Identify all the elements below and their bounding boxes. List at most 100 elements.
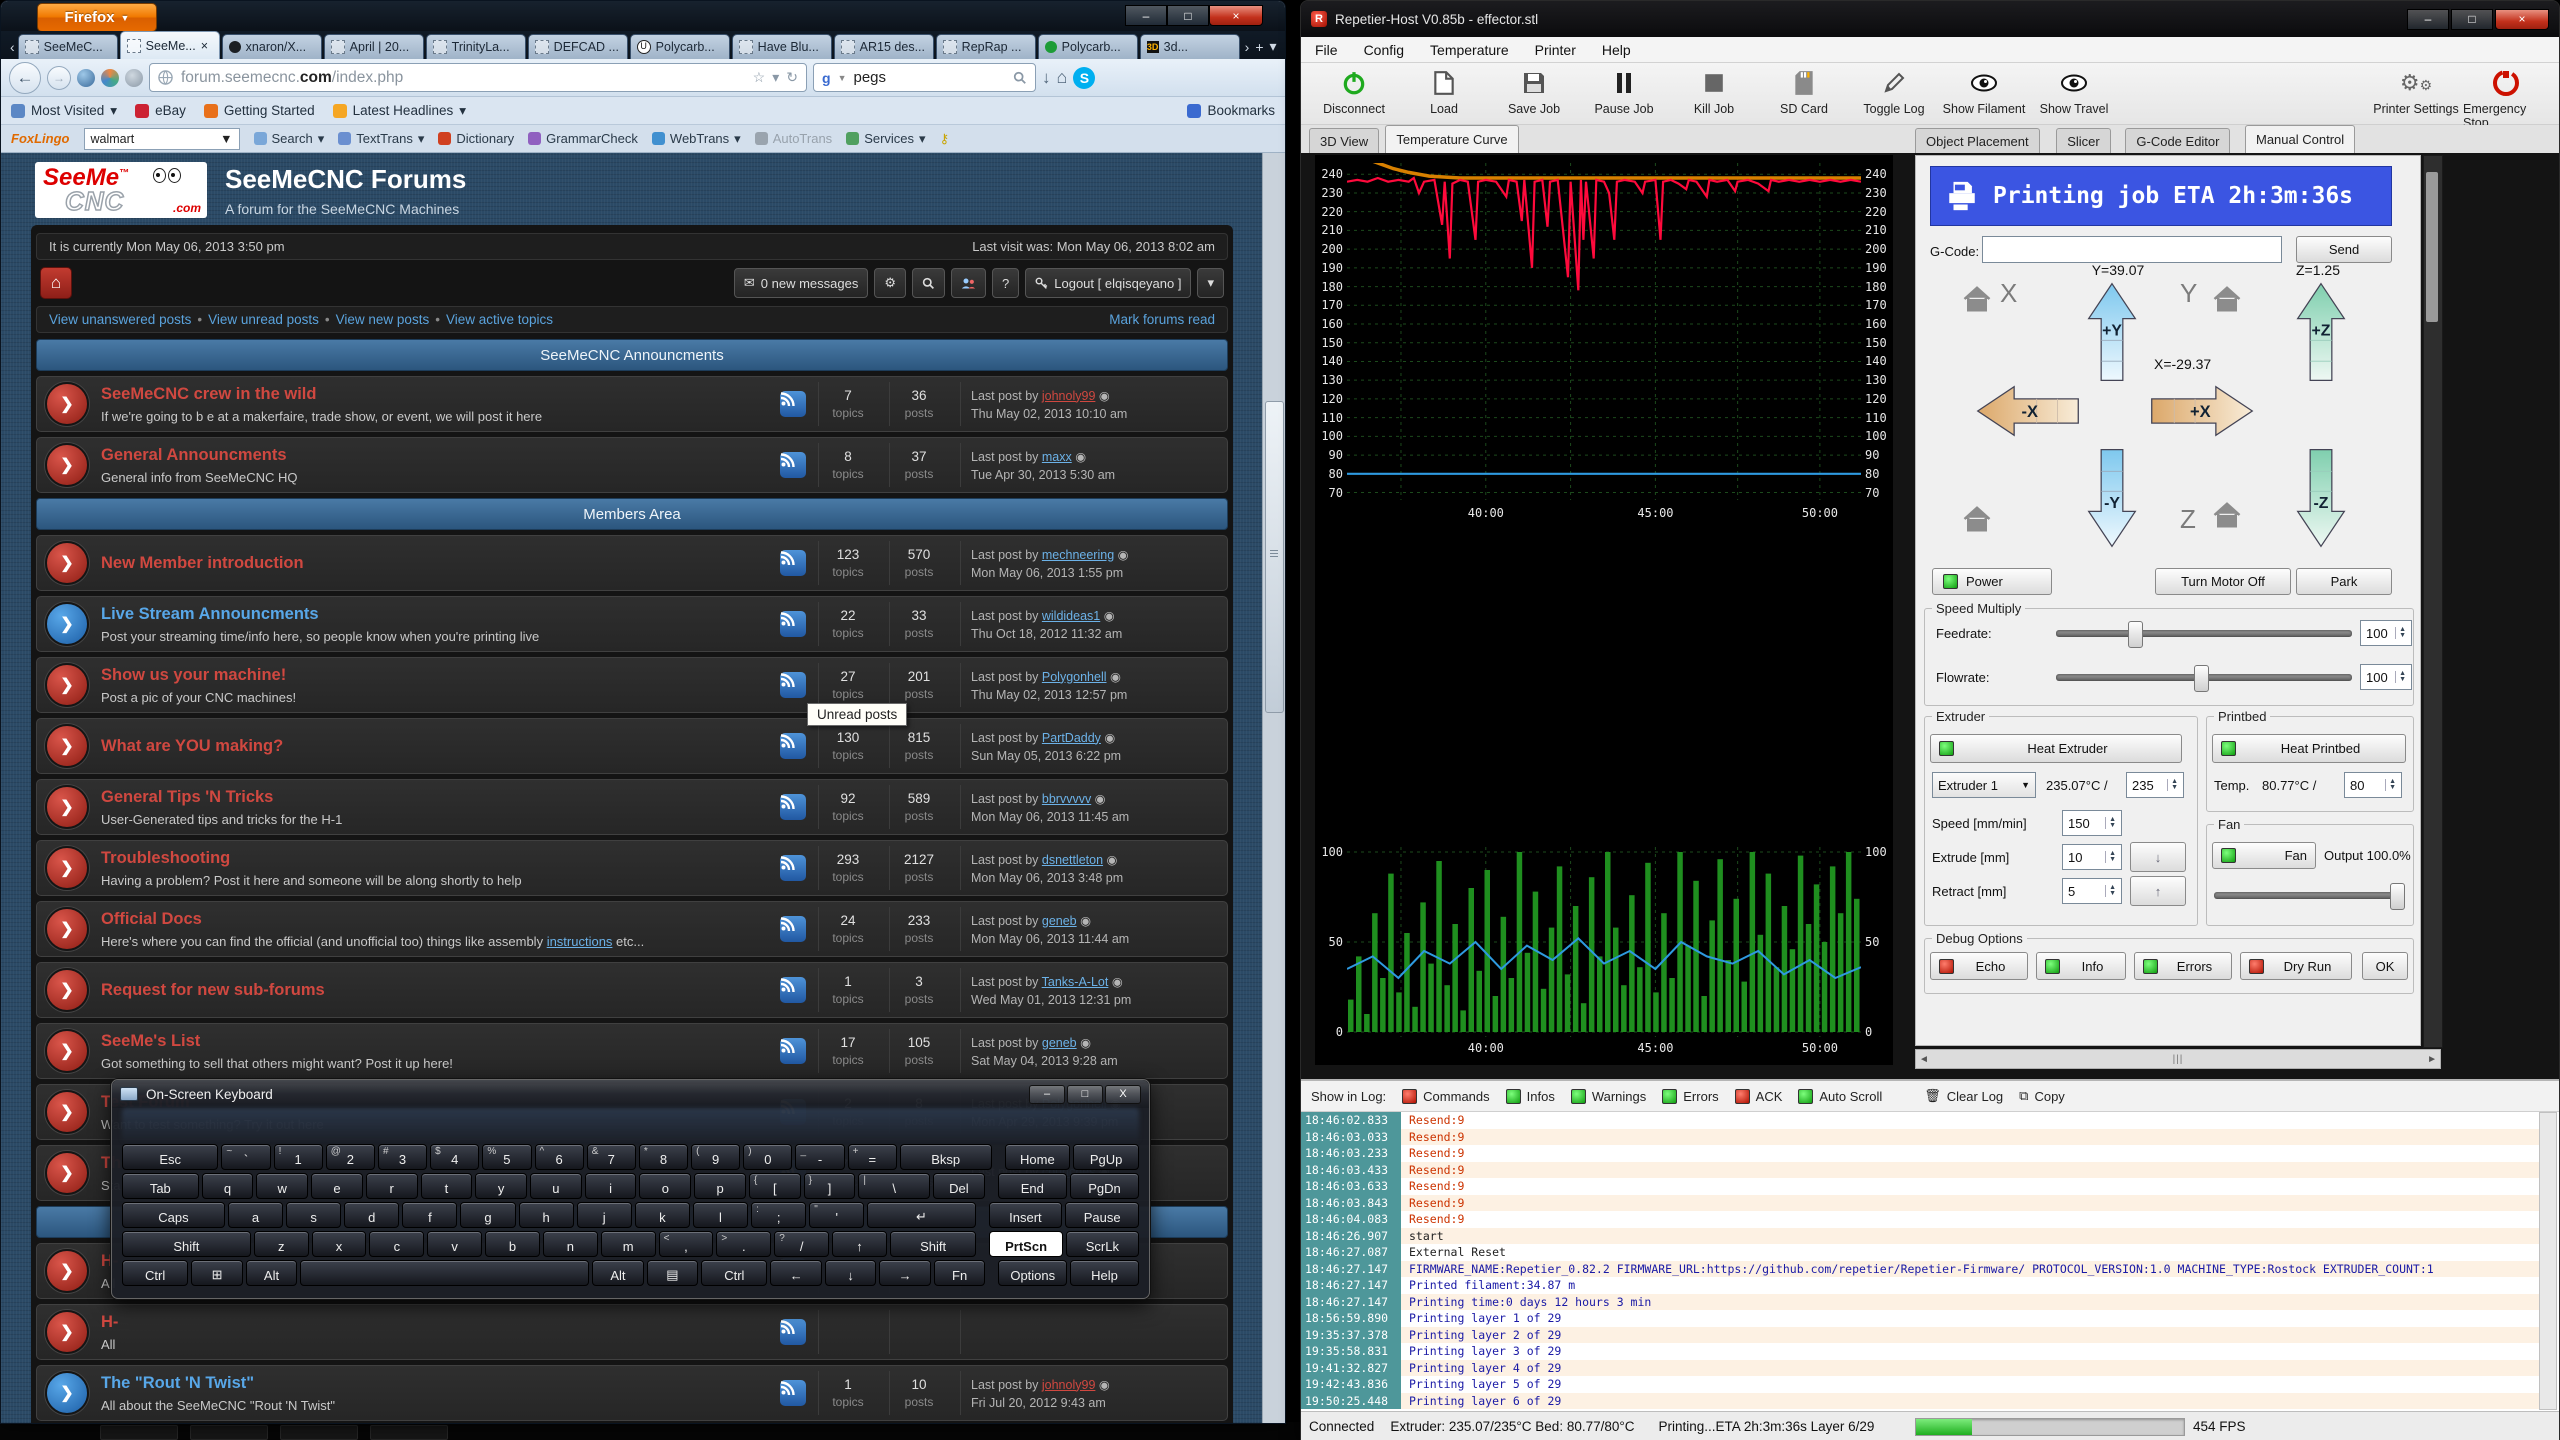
jog-y-minus-button[interactable]: -Y (2083, 448, 2141, 548)
heat-extruder-button[interactable]: Heat Extruder (1930, 734, 2182, 763)
view-latest-icon[interactable]: ◉ (1100, 609, 1114, 623)
foxlingo-addon-icon[interactable] (101, 69, 119, 87)
ok-button[interactable]: OK (2362, 952, 2408, 980)
home-x-icon[interactable] (1962, 286, 1992, 312)
last-post-user-link[interactable]: PartDaddy (1042, 731, 1101, 745)
osk-key-Tab[interactable]: Tab (122, 1173, 199, 1199)
extruder-select[interactable]: Extruder 1▼ (1932, 772, 2036, 798)
minimize-button[interactable]: – (1029, 1085, 1065, 1104)
view-latest-icon[interactable]: ◉ (1108, 975, 1122, 989)
forum-title-link[interactable]: SeeMe's List (101, 1032, 768, 1051)
close-button[interactable]: × (2495, 9, 2549, 30)
log-toggle-auto-scroll[interactable]: Auto Scroll (1798, 1089, 1882, 1104)
osk-key-Alt[interactable]: Alt (592, 1260, 643, 1286)
bookmarks-menu-button[interactable]: Bookmarks (1187, 103, 1275, 118)
osk-key-5[interactable]: 5% (482, 1144, 531, 1170)
osk-key-s[interactable]: s (286, 1202, 341, 1228)
forum-title-link[interactable]: New Member introduction (101, 554, 768, 573)
osk-key-Options[interactable]: Options (998, 1260, 1067, 1286)
view-latest-icon[interactable]: ◉ (1077, 1036, 1091, 1050)
osk-key-`[interactable]: `~ (221, 1144, 270, 1170)
osk-key-Ctrl[interactable]: Ctrl (122, 1260, 188, 1286)
osk-key-1[interactable]: 1! (274, 1144, 323, 1170)
url-bar[interactable]: forum.seemecnc.com/index.php ☆ ▾ ↻ (149, 63, 807, 92)
list-all-tabs-icon[interactable]: ▾ (1270, 38, 1277, 55)
log-toggle-commands[interactable]: Commands (1402, 1089, 1489, 1104)
osk-key-k[interactable]: k (635, 1202, 690, 1228)
browser-tab[interactable]: SeeMe...× (120, 31, 220, 59)
members-button[interactable] (951, 268, 986, 298)
toolbar-show-filament[interactable]: Show Filament (1941, 67, 2027, 116)
seemecnc-logo[interactable]: SeeMe™ CNC .com (35, 162, 207, 218)
menu-temperature[interactable]: Temperature (1430, 42, 1509, 58)
osk-key-/[interactable]: /? (774, 1231, 829, 1257)
forum-row[interactable]: ❯General Tips 'N TricksUser-Generated ti… (36, 779, 1228, 835)
gcode-input[interactable] (1982, 236, 2282, 263)
forum-row[interactable]: ❯General AnnouncmentsGeneral info from S… (36, 437, 1228, 493)
feedrate-slider[interactable] (2056, 630, 2352, 637)
flowrate-slider[interactable] (2056, 674, 2352, 681)
rss-feed-icon[interactable] (780, 1380, 806, 1406)
search-button[interactable] (912, 268, 945, 298)
forum-row[interactable]: ❯Official DocsHere's where you can find … (36, 901, 1228, 957)
last-post-user-link[interactable]: bbrvvvvv (1042, 792, 1091, 806)
rss-feed-icon[interactable] (780, 550, 806, 576)
home-y-icon[interactable] (2212, 286, 2242, 312)
menu-help[interactable]: Help (1602, 42, 1631, 58)
osk-key-Help[interactable]: Help (1070, 1260, 1139, 1286)
debug-echo-button[interactable]: Echo (1930, 952, 2028, 980)
osk-key-m[interactable]: m (601, 1231, 656, 1257)
browser-tab[interactable]: RepRap ... (936, 34, 1036, 59)
taskbar-button-ghost[interactable] (190, 1425, 268, 1440)
osk-key-'[interactable]: '" (809, 1202, 864, 1228)
browser-tab[interactable]: 3D3d... (1140, 34, 1240, 59)
log-toggle-warnings[interactable]: Warnings (1571, 1089, 1646, 1104)
manual-panel-vscrollbar[interactable] (2423, 155, 2443, 1048)
osk-key-w[interactable]: w (256, 1173, 308, 1199)
osk-key-.[interactable]: .> (716, 1231, 771, 1257)
forum-title-link[interactable]: Request for new sub-forums (101, 981, 768, 1000)
feedrate-value[interactable]: 100▲▼ (2360, 620, 2412, 646)
tab-close-icon[interactable]: × (201, 39, 208, 53)
rss-feed-icon[interactable] (780, 672, 806, 698)
feedrate-slider-thumb[interactable] (2128, 621, 2143, 648)
toolbar-show-travel[interactable]: Show Travel (2031, 67, 2117, 116)
osk-titlebar[interactable]: On-Screen Keyboard – □ X (112, 1080, 1149, 1108)
foxlingo-item[interactable]: Dictionary (438, 131, 514, 146)
chevron-down-icon[interactable]: ▼ (838, 73, 847, 83)
back-button[interactable]: ← (9, 62, 41, 94)
bookmark-item[interactable]: eBay (135, 103, 186, 118)
osk-key-t[interactable]: t (421, 1173, 473, 1199)
new-tab-icon[interactable]: + (1255, 39, 1263, 55)
toolbar-printer-settings[interactable]: ⚙⚙Printer Settings (2373, 67, 2459, 116)
view-latest-icon[interactable]: ◉ (1107, 670, 1121, 684)
view-latest-icon[interactable]: ◉ (1101, 731, 1115, 745)
osk-key-9[interactable]: 9( (691, 1144, 740, 1170)
forum-title-link[interactable]: General Announcments (101, 446, 768, 465)
view-latest-icon[interactable]: ◉ (1114, 548, 1128, 562)
search-bar[interactable]: g ▼ pegs (813, 63, 1036, 92)
maximize-button[interactable]: □ (1167, 5, 1209, 26)
forum-title-link[interactable]: General Tips 'N Tricks (101, 788, 768, 807)
rss-feed-icon[interactable] (780, 794, 806, 820)
osk-key-j[interactable]: j (577, 1202, 632, 1228)
retract-button[interactable]: ↑ (2130, 876, 2186, 906)
power-button[interactable]: Power (1932, 568, 2052, 595)
heat-printbed-button[interactable]: Heat Printbed (2212, 734, 2406, 763)
foxlingo-item[interactable]: WebTrans▾ (652, 131, 741, 147)
osk-key-Esc[interactable]: Esc (122, 1144, 218, 1170)
view-latest-icon[interactable]: ◉ (1072, 450, 1086, 464)
quick-link[interactable]: View new posts (336, 312, 430, 327)
forum-title-link[interactable]: The "Rout 'N Twist" (101, 1374, 768, 1393)
jog-y-plus-button[interactable]: +Y (2083, 282, 2141, 382)
extruder-setpoint[interactable]: 235▲▼ (2126, 772, 2184, 798)
fan-button[interactable]: Fan (2212, 842, 2316, 869)
osk-key-\[interactable]: \| (858, 1173, 930, 1199)
last-post-user-link[interactable]: Tanks-A-Lot (1042, 975, 1109, 989)
bed-setpoint[interactable]: 80▲▼ (2344, 772, 2402, 798)
fan-slider-thumb[interactable] (2390, 883, 2405, 910)
foxlingo-item[interactable]: GrammarCheck (528, 131, 638, 146)
osk-key-r[interactable]: r (366, 1173, 418, 1199)
forum-row[interactable]: ❯SeeMeCNC crew in the wildIf we're going… (36, 376, 1228, 432)
scroll-right-arrow[interactable]: ► (2427, 1054, 2437, 1065)
